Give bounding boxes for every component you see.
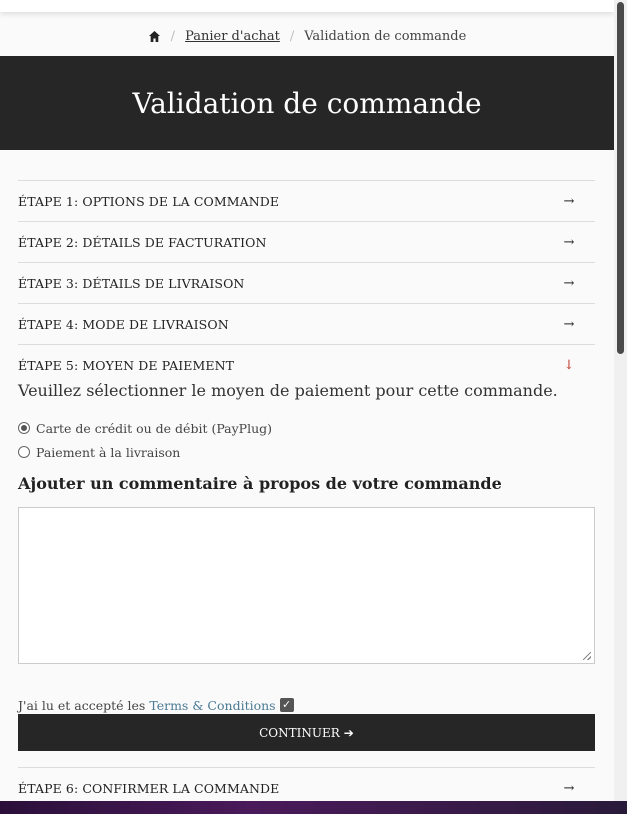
checkout-steps: ÉTAPE 1: OPTIONS DE LA COMMANDE → ÉTAPE …: [18, 180, 595, 386]
terms-link[interactable]: Terms & Conditions: [149, 698, 275, 713]
step-label: ÉTAPE 1: OPTIONS DE LA COMMANDE: [18, 193, 280, 209]
payment-intro: Veuillez sélectionner le moyen de paieme…: [18, 381, 558, 400]
breadcrumb-separator: /: [170, 28, 176, 44]
step-3-shipping-details[interactable]: ÉTAPE 3: DÉTAILS DE LIVRAISON →: [18, 262, 595, 303]
step-4-shipping-method[interactable]: ÉTAPE 4: MODE DE LIVRAISON →: [18, 303, 595, 344]
breadcrumb-current: Validation de commande: [304, 28, 467, 44]
arrow-down-icon: ↓: [563, 358, 575, 373]
taskbar-strip: [0, 801, 627, 814]
breadcrumb-cart-link[interactable]: Panier d'achat: [185, 29, 280, 44]
page-hero: Validation de commande: [0, 56, 614, 150]
payment-option-label: Carte de crédit ou de débit (PayPlug): [36, 420, 273, 436]
scrollbar-thumb[interactable]: [617, 2, 624, 354]
payment-option-label: Paiement à la livraison: [36, 444, 181, 460]
terms-checkbox[interactable]: ✓: [279, 698, 294, 712]
arrow-right-icon: ➔: [343, 725, 354, 740]
radio-button-cod[interactable]: [18, 446, 30, 458]
terms-prefix: J'ai lu et accepté les: [18, 697, 146, 713]
payment-option-cod[interactable]: Paiement à la livraison: [18, 440, 595, 464]
home-icon[interactable]: [148, 30, 161, 43]
page-title: Validation de commande: [132, 86, 482, 120]
terms-row: J'ai lu et accepté les Terms & Condition…: [18, 696, 294, 714]
arrow-right-icon: →: [563, 780, 575, 796]
step-label: ÉTAPE 3: DÉTAILS DE LIVRAISON: [18, 275, 245, 291]
top-header-bar: [0, 0, 614, 12]
arrow-right-icon: →: [563, 234, 575, 250]
step-label: ÉTAPE 5: MOYEN DE PAIEMENT: [18, 358, 235, 373]
continue-button[interactable]: CONTINUER ➔: [18, 714, 595, 751]
breadcrumb-separator: /: [289, 28, 295, 44]
comment-title: Ajouter un commentaire à propos de votre…: [18, 474, 502, 493]
arrow-right-icon: →: [563, 275, 575, 291]
payment-option-card[interactable]: Carte de crédit ou de débit (PayPlug): [18, 416, 595, 440]
step-label: ÉTAPE 4: MODE DE LIVRAISON: [18, 316, 229, 332]
arrow-right-icon: →: [563, 193, 575, 209]
resize-grip-icon[interactable]: [583, 652, 591, 660]
continue-label: CONTINUER: [259, 725, 340, 740]
radio-button-card[interactable]: [18, 422, 30, 434]
step-2-billing[interactable]: ÉTAPE 2: DÉTAILS DE FACTURATION →: [18, 221, 595, 262]
breadcrumb: / Panier d'achat / Validation de command…: [0, 26, 614, 46]
step-1-options[interactable]: ÉTAPE 1: OPTIONS DE LA COMMANDE →: [18, 180, 595, 221]
step-label: ÉTAPE 6: CONFIRMER LA COMMANDE: [18, 780, 280, 796]
step-label: ÉTAPE 2: DÉTAILS DE FACTURATION: [18, 234, 267, 250]
comment-textarea[interactable]: [18, 507, 595, 664]
scrollbar[interactable]: [614, 0, 627, 801]
payment-section: Veuillez sélectionner le moyen de paieme…: [18, 380, 595, 464]
arrow-right-icon: →: [563, 316, 575, 332]
